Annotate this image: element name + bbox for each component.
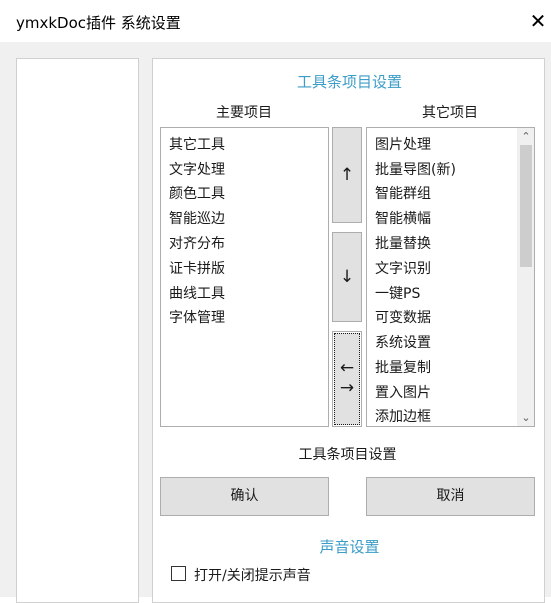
list-item[interactable]: 添加边框 (375, 406, 431, 426)
list-item[interactable]: 证卡拼版 (169, 258, 225, 278)
move-down-button[interactable]: ↓ (332, 232, 362, 322)
close-icon[interactable]: ✕ (527, 9, 549, 33)
scroll-up-icon[interactable]: ⌃ (518, 128, 534, 145)
scroll-thumb[interactable] (520, 145, 532, 267)
list-item[interactable]: 智能群组 (375, 183, 431, 203)
swap-button[interactable]: ← → (332, 331, 362, 427)
toolbar-settings-footer-label: 工具条项目设置 (298, 447, 397, 463)
list-item[interactable]: 文字识别 (375, 258, 431, 278)
move-up-button[interactable]: ↑ (332, 127, 362, 223)
left-arrow-icon: ← (339, 358, 355, 378)
category-list-panel[interactable] (16, 58, 139, 603)
list-item[interactable]: 批量导图(新) (375, 159, 456, 179)
list-item[interactable]: 智能巡边 (169, 208, 225, 228)
up-arrow-icon: ↑ (339, 165, 355, 185)
window-title: ymxkDoc插件 系统设置 (16, 14, 181, 32)
main-items-label: 主要项目 (216, 105, 272, 121)
other-items-label: 其它项目 (422, 105, 478, 121)
cancel-button[interactable]: 取消 (366, 477, 535, 516)
list-item[interactable]: 文字处理 (169, 159, 225, 179)
list-item[interactable]: 曲线工具 (169, 283, 225, 303)
list-item[interactable]: 批量替换 (375, 233, 431, 253)
list-item[interactable]: 字体管理 (169, 307, 225, 327)
down-arrow-icon: ↓ (339, 267, 355, 287)
list-item[interactable]: 可变数据 (375, 307, 431, 327)
list-item[interactable]: 系统设置 (375, 332, 431, 352)
list-item[interactable]: 批量复制 (375, 357, 431, 377)
sound-toggle-checkbox[interactable] (171, 566, 186, 581)
sound-section-title: 声音设置 (319, 538, 380, 556)
other-items-scrollbar[interactable]: ⌃ ⌄ (517, 128, 534, 426)
list-item[interactable]: 一键PS (375, 283, 420, 303)
main-items-listbox[interactable]: 其它工具 文字处理 颜色工具 智能巡边 对齐分布 证卡拼版 曲线工具 字体管理 (160, 127, 329, 427)
toolbar-section-title: 工具条项目设置 (296, 73, 402, 91)
list-item[interactable]: 智能横幅 (375, 208, 431, 228)
settings-panel: 工具条项目设置 主要项目 其它项目 其它工具 文字处理 颜色工具 智能巡边 对齐… (152, 58, 545, 603)
list-item[interactable]: 置入图片 (375, 382, 431, 402)
list-item[interactable]: 颜色工具 (169, 183, 225, 203)
title-bar: ymxkDoc插件 系统设置 ✕ (0, 0, 551, 42)
confirm-button[interactable]: 确认 (160, 477, 329, 516)
list-item[interactable]: 图片处理 (375, 134, 431, 154)
other-items-listbox[interactable]: 图片处理 批量导图(新) 智能群组 智能横幅 批量替换 文字识别 一键PS 可变… (366, 127, 535, 427)
sound-toggle-label[interactable]: 打开/关闭提示声音 (194, 565, 311, 585)
list-item[interactable]: 对齐分布 (169, 233, 225, 253)
list-item[interactable]: 其它工具 (169, 134, 225, 154)
right-arrow-icon: → (339, 378, 355, 398)
scroll-down-icon[interactable]: ⌄ (518, 409, 534, 426)
